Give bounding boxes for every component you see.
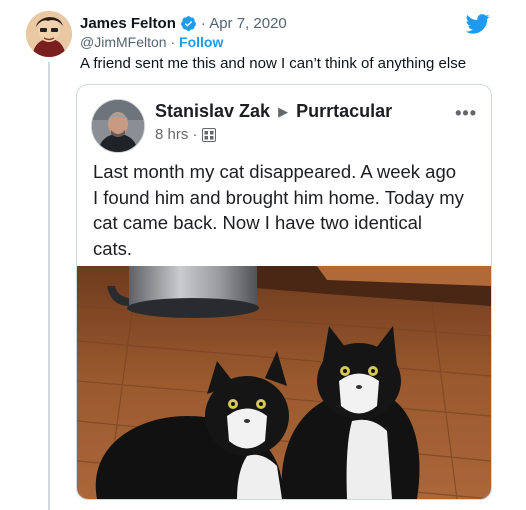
author-name[interactable]: James Felton [80, 15, 176, 32]
two-tuxedo-cats-photo[interactable] [77, 266, 491, 499]
post-text-line: Last month my cat disappeared. A week ag… [93, 161, 457, 182]
poster-name[interactable]: Stanislav Zak [155, 101, 270, 122]
handle-row: @JimMFelton · Follow [80, 34, 223, 50]
follow-button[interactable]: Follow [179, 34, 223, 50]
post-text-line: cats. [93, 237, 133, 259]
embedded-facebook-post[interactable]: Stanislav Zak ▶ Purrtacular 8 hrs · ••• … [76, 84, 492, 500]
post-time[interactable]: 8 hrs · [155, 126, 198, 143]
tweet-date[interactable]: · Apr 7, 2020 [201, 15, 287, 32]
verified-badge-icon [180, 15, 196, 31]
group-audience-icon [201, 127, 216, 142]
author-avatar[interactable] [26, 11, 72, 57]
more-dots-icon[interactable]: ••• [455, 103, 477, 124]
post-text: Last month my cat disappeared. A week ag… [93, 159, 483, 261]
author-handle[interactable]: @JimMFelton [80, 34, 167, 50]
poster-avatar[interactable] [91, 99, 145, 153]
twitter-bird-icon[interactable] [466, 14, 490, 34]
post-meta: 8 hrs · [155, 126, 216, 143]
thread-line [48, 62, 50, 510]
poster-row: Stanislav Zak ▶ Purrtacular [155, 101, 392, 122]
arrow-icon: ▶ [278, 103, 289, 119]
tweet-text: A friend sent me this and now I can’t th… [80, 55, 467, 72]
handle-separator: · [166, 34, 180, 50]
group-name[interactable]: Purrtacular [296, 101, 392, 122]
post-text-line: I found him and brought him home. Today … [93, 186, 464, 208]
post-text-line: cat came back. Now I have two identical [93, 212, 423, 233]
tweet-header: James Felton · Apr 7, 2020 [80, 12, 287, 34]
